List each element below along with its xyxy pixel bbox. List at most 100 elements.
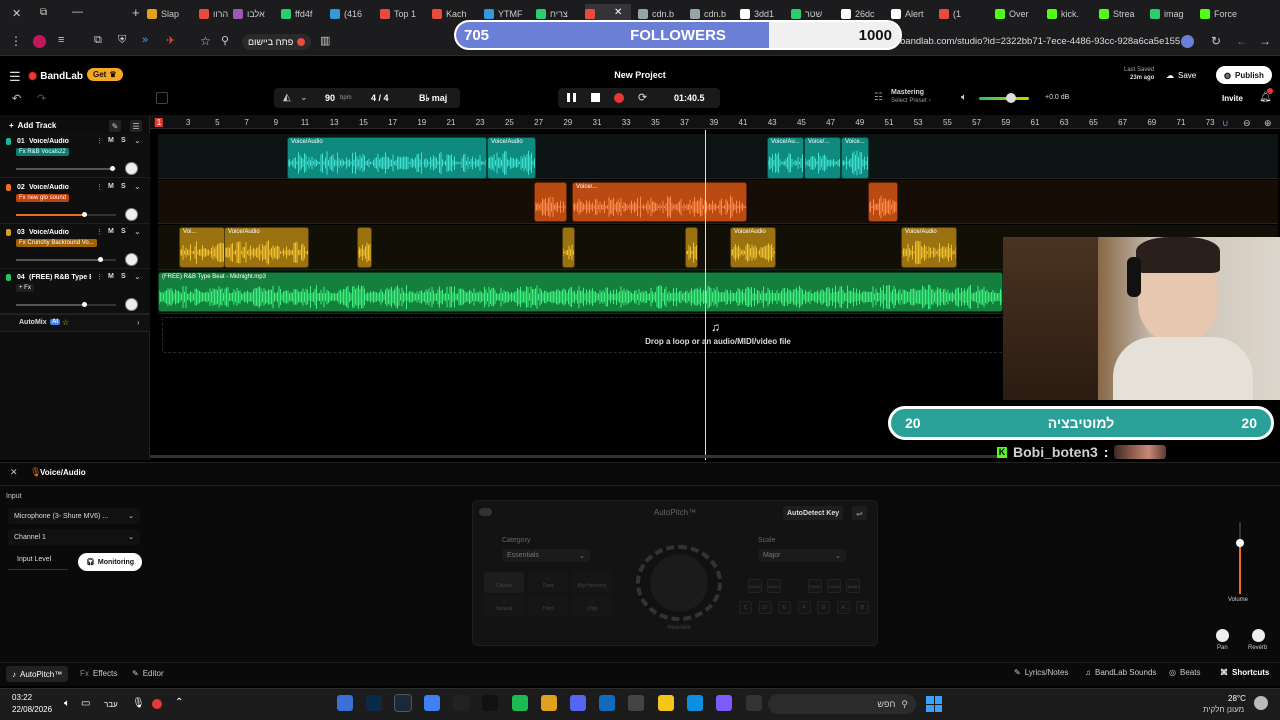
browser-tab[interactable]: imag [1150, 4, 1196, 24]
stop-button[interactable] [591, 93, 600, 102]
browser-tab[interactable]: Top 1 [380, 4, 426, 24]
sidebar-icon[interactable]: ▥ [320, 34, 330, 47]
browser-tab[interactable]: (1 [939, 4, 985, 24]
timeline-ruler[interactable]: 1 3 5 7 9 11 13 15 17 19 21 23 25 27 29 31 33 35 37 39 41 43 4… [150, 115, 1280, 129]
account-icon[interactable] [1181, 35, 1194, 48]
browser-tab[interactable]: Slap [147, 4, 193, 24]
autodetect-key-button[interactable]: AutoDetect Key [783, 506, 844, 520]
track-header-3[interactable]: 03 Voice/Audio Fx Crunchy Backround Vo... ⋮… [0, 225, 150, 269]
close-panel-icon[interactable]: ✕ [10, 467, 18, 478]
translate-icon[interactable]: » [142, 34, 148, 46]
effect-preset-button[interactable]: ◌ Big Harmony [572, 572, 612, 593]
publish-button[interactable]: ◍ Publish [1216, 66, 1272, 84]
track-menu-icon[interactable]: ⋮ [96, 273, 103, 281]
track-fx-badge[interactable]: Fx Crunchy Backround Vo... [16, 239, 97, 247]
note-key-sharp[interactable]: C#/Db [748, 579, 762, 593]
minimize-tabs-icon[interactable]: — [72, 6, 83, 18]
open-in-app-button[interactable]: פתח ביישום [242, 34, 312, 50]
autopitch-knob[interactable] [636, 545, 722, 621]
bandlab-logo[interactable]: ✺ BandLab [28, 70, 83, 83]
audio-clip[interactable] [534, 182, 567, 222]
volume-fader-track[interactable] [1239, 522, 1241, 594]
audio-clip[interactable]: Voice/Audio [730, 227, 776, 268]
track-fx-badge[interactable]: Fx new glo sound [16, 194, 70, 202]
reverb-knob[interactable] [1252, 629, 1265, 642]
horizontal-scrollbar[interactable] [150, 455, 1000, 458]
tab-group-icon[interactable]: ⧉ [40, 7, 47, 18]
audio-clip[interactable] [868, 182, 898, 222]
calculator-icon[interactable] [337, 695, 353, 711]
mastering-icon[interactable]: ☷ [874, 92, 883, 103]
snap-icon[interactable]: ∪ [1222, 118, 1229, 129]
network-tray-icon[interactable]: ▭ [81, 698, 90, 709]
new-tab-icon[interactable]: + [132, 5, 140, 20]
weather-icon[interactable] [1254, 696, 1268, 710]
audio-clip[interactable] [685, 227, 698, 268]
track-settings-icon[interactable]: ☰ [130, 120, 142, 132]
track-menu-icon[interactable]: ⋮ [96, 183, 103, 191]
track-pan-knob[interactable] [125, 253, 138, 266]
note-key-sharp[interactable]: G#/Ab [827, 579, 841, 593]
audio-clip[interactable]: Voice/Audio [287, 137, 487, 179]
track-volume-handle[interactable] [82, 212, 87, 217]
track-name[interactable]: (FREE) R&B Type B... [29, 274, 91, 281]
note-key[interactable]: F [797, 601, 811, 614]
beats-button[interactable]: ◎ Beats [1169, 668, 1200, 677]
mixer-icon[interactable] [156, 92, 168, 104]
tool-icon[interactable]: ✎ [109, 120, 121, 132]
note-key[interactable]: E [778, 601, 791, 614]
effect-preset-button[interactable]: ◌ Chip [572, 595, 612, 616]
save-button[interactable]: ☁ Save [1166, 67, 1196, 83]
redo-icon[interactable]: ↷ [37, 92, 46, 105]
star-icon[interactable]: ☆ [200, 34, 211, 48]
note-key[interactable]: A [836, 601, 850, 614]
audio-clip[interactable] [357, 227, 372, 268]
close-tab-icon[interactable]: ✕ [12, 7, 21, 20]
mic-tray-icon[interactable]: 🎙︎ [132, 698, 145, 709]
tab-effects[interactable]: Fx Effects [80, 669, 117, 678]
chrome-icon[interactable] [541, 695, 557, 711]
extensions-icon[interactable]: ≡ [58, 34, 64, 46]
effect-preset-button[interactable]: ◌ Duet [528, 572, 568, 593]
get-button[interactable]: Get ♛ [87, 68, 123, 81]
chevron-down-icon[interactable]: ⌄ [134, 182, 141, 191]
speaker-icon[interactable]: 🔈︎ [961, 92, 967, 103]
tab-autopitch[interactable]: ♪ AutoPitch™ [6, 666, 69, 682]
steam-icon[interactable] [394, 694, 412, 712]
obs-icon[interactable] [453, 695, 469, 711]
weather-temp[interactable]: 28°C [1228, 694, 1246, 703]
close-active-tab-icon[interactable]: ✕ [614, 7, 622, 18]
track-header-2[interactable]: 02 Voice/Audio Fx new glo sound ⋮ M S ⌄ [0, 180, 150, 224]
store-icon[interactable] [628, 695, 644, 711]
hamburger-icon[interactable]: ☰ [9, 69, 21, 85]
effect-preset-button[interactable]: ◌ Natural [484, 595, 524, 616]
track-volume-slider[interactable] [16, 257, 116, 262]
note-key-sharp[interactable]: F#/Gb [808, 579, 822, 593]
browser-tab[interactable]: Over [995, 4, 1041, 24]
tray-expand-icon[interactable]: ⌃ [175, 697, 183, 708]
lyrics-notes-button[interactable]: ✎ Lyrics/Notes [1014, 668, 1068, 677]
playhead[interactable] [705, 130, 706, 460]
input-level-button[interactable]: Input Level [17, 556, 51, 563]
tab-editor[interactable]: ✎ Editor [132, 669, 164, 678]
screenshot-icon[interactable]: ⧉ [94, 34, 102, 47]
browser-tab[interactable]: (416 [330, 4, 376, 24]
pause-button[interactable] [567, 93, 576, 102]
edge-icon[interactable] [687, 695, 703, 711]
effect-preset-button[interactable]: ◌ Classic [484, 572, 524, 593]
explorer-icon[interactable] [658, 695, 674, 711]
language-indicator[interactable]: עבר [104, 700, 118, 709]
zoom-in-icon[interactable]: ⊕ [1264, 118, 1272, 129]
browser-tab[interactable]: ffd4f [281, 4, 327, 24]
track-fx-badge[interactable]: Fx R&B Vocals22 [16, 148, 69, 156]
pan-knob[interactable] [1216, 629, 1229, 642]
solo-button[interactable]: S [121, 273, 126, 280]
category-select[interactable]: Essentials ⌄ [502, 549, 590, 562]
metronome-icon[interactable]: ◭ [283, 92, 291, 103]
effect-preset-button[interactable]: ◌ Third [528, 595, 568, 616]
plugin-settings-icon[interactable]: ⇌ [852, 506, 867, 520]
browser-tab[interactable]: kick. [1047, 4, 1093, 24]
track-menu-icon[interactable]: ⋮ [96, 228, 103, 236]
chevron-down-icon[interactable]: ⌄ [300, 92, 308, 103]
track-volume-handle[interactable] [110, 166, 115, 171]
